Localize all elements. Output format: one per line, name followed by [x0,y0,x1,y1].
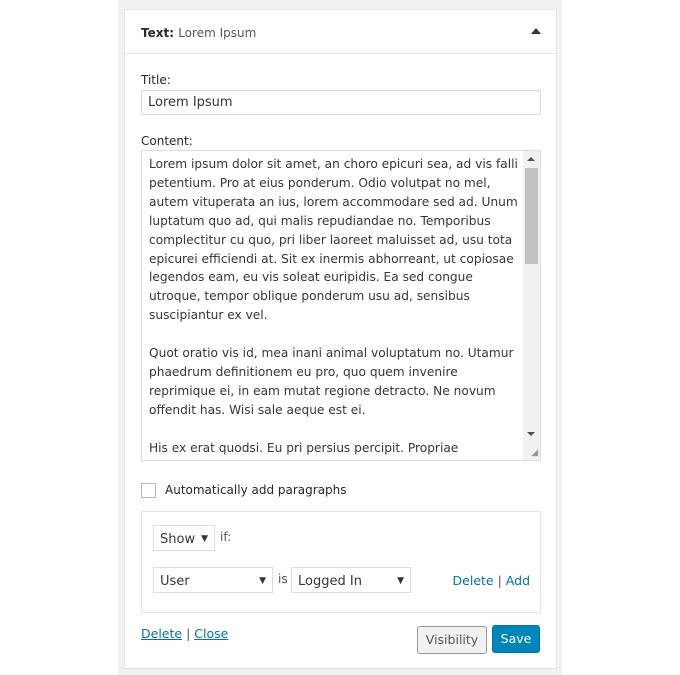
auto-paragraphs-checkbox[interactable] [141,483,156,498]
text-widget: Text: Lorem Ipsum Title: Content: Lorem … [124,9,557,669]
delete-widget-link[interactable]: Delete [141,626,182,641]
rule-value-value: Logged In [298,574,362,589]
save-button[interactable]: Save [492,625,540,653]
chevron-down-icon: ▼ [397,576,404,586]
scrollbar[interactable] [523,151,540,460]
separator: | [186,626,191,641]
delete-rule-link[interactable]: Delete [453,573,494,588]
scrollbar-thumb[interactable] [525,168,538,264]
add-rule-link[interactable]: Add [506,573,530,588]
visibility-button[interactable]: Visibility [417,626,487,654]
is-label: is [278,572,288,586]
widget-title: Text: Lorem Ipsum [141,26,256,40]
footer-links: Delete | Close [141,626,228,641]
action-value: Show [160,532,196,547]
scroll-up-icon[interactable] [527,157,535,161]
title-label: Title: [141,73,171,87]
collapse-arrow-icon[interactable] [531,28,541,34]
widget-header[interactable]: Text: Lorem Ipsum [125,10,556,54]
content-label: Content: [141,134,193,148]
separator: | [497,573,502,588]
close-widget-link[interactable]: Close [194,626,228,641]
visibility-panel: Show ▼ if: User ▼ is Logged In ▼ Delete | A… [141,511,541,613]
rule-subject-select[interactable]: User ▼ [153,567,273,593]
title-input[interactable] [141,90,541,115]
action-select[interactable]: Show ▼ [153,525,215,551]
if-label: if: [220,530,232,544]
scroll-down-icon[interactable] [527,432,535,436]
rule-value-select[interactable]: Logged In ▼ [291,567,411,593]
content-text: Lorem ipsum dolor sit amet, an choro epi… [149,157,518,455]
rule-actions: Delete | Add [453,573,530,588]
auto-paragraphs-label: Automatically add paragraphs [165,483,347,497]
rule-subject-value: User [160,574,190,589]
widget-name: Lorem Ipsum [178,26,257,40]
chevron-down-icon: ▼ [201,534,208,544]
resize-grip-icon[interactable]: ◢ [531,448,538,458]
widget-type: Text: [141,26,175,40]
content-textarea[interactable]: Lorem ipsum dolor sit amet, an choro epi… [141,150,541,461]
chevron-down-icon: ▼ [259,576,266,586]
